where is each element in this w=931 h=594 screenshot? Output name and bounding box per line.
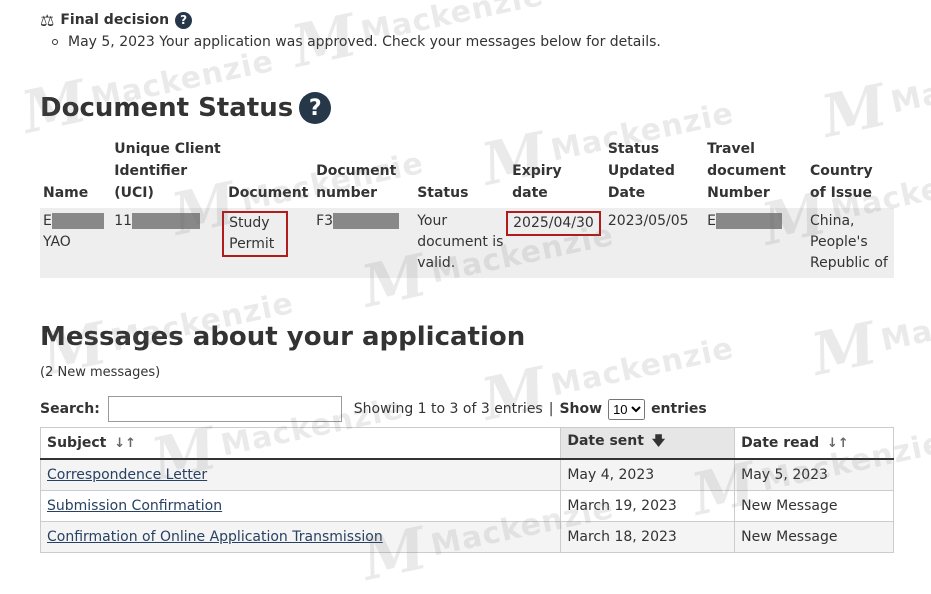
watermark-text: Mackenzie	[877, 285, 931, 359]
final-decision-section: ⚖ Final decision ? May 5, 2023 Your appl…	[40, 10, 661, 51]
message-link[interactable]: Submission Confirmation	[47, 498, 222, 514]
document-status-table: Name Unique Client Identifier (UCI) Docu…	[40, 136, 894, 278]
sort-icon: ↓↑	[827, 436, 849, 451]
uci-value: 11	[114, 213, 133, 229]
column-header: Name	[43, 185, 89, 201]
help-icon[interactable]: ?	[175, 11, 193, 29]
expiry-cell: 2025/04/30	[506, 208, 605, 278]
column-header: Document number	[316, 163, 397, 201]
column-header: Unique Client Identifier (UCI)	[114, 141, 221, 201]
date-read-cell: May 5, 2023	[734, 458, 894, 491]
document-number-cell: F3	[313, 208, 415, 278]
date-sent-cell: May 4, 2023	[560, 458, 736, 491]
subject-cell: Submission Confirmation	[39, 490, 562, 522]
final-decision-title: Final decision	[60, 12, 170, 28]
redaction	[333, 213, 400, 229]
entries-per-page-select[interactable]: 10	[608, 398, 646, 420]
separator: |	[548, 401, 554, 417]
column-header: Document	[228, 185, 309, 201]
column-header: Status Updated Date	[607, 141, 675, 201]
date-sent-cell: March 18, 2023	[560, 521, 736, 553]
date-read-cell: New Message	[734, 490, 894, 522]
name-cell: E YAO	[40, 208, 112, 278]
message-link[interactable]: Confirmation of Online Application Trans…	[47, 529, 383, 545]
column-header: Country of Issue	[810, 163, 873, 201]
sort-icon: ↓↑	[114, 436, 137, 451]
redaction	[132, 213, 201, 229]
table-row: Correspondence Letter May 4, 2023 May 5,…	[39, 458, 894, 491]
date-sent-column-header[interactable]: Date sent 🡇	[560, 427, 736, 460]
subject-cell: Confirmation of Online Application Trans…	[39, 521, 562, 553]
final-decision-heading: ⚖ Final decision ?	[40, 10, 661, 30]
table-header-row: Subject ↓↑ Date sent 🡇 Date read ↓↑	[39, 427, 894, 460]
table-header-row: Name Unique Client Identifier (UCI) Docu…	[40, 136, 894, 208]
date-read-cell: New Message	[734, 521, 894, 553]
redaction	[51, 213, 104, 229]
document-number-value: F3	[316, 213, 334, 229]
redaction	[715, 213, 782, 229]
table-row: Submission Confirmation March 19, 2023 N…	[39, 490, 894, 522]
table-row: Confirmation of Online Application Trans…	[39, 521, 894, 553]
expiry-date: 2025/04/30	[506, 211, 601, 236]
scale-icon: ⚖	[40, 10, 55, 30]
show-label: Show	[559, 401, 603, 417]
date-read-column-header[interactable]: Date read ↓↑	[734, 427, 894, 460]
subject-header-label: Subject	[47, 435, 107, 451]
watermark-monogram: M	[805, 309, 883, 389]
message-link[interactable]: Correspondence Letter	[47, 467, 207, 483]
column-header: Expiry date	[512, 163, 562, 201]
document-type: Study Permit	[222, 211, 289, 257]
name-line2: YAO	[43, 234, 71, 250]
status-cell: Your document is valid.	[414, 208, 510, 278]
messages-title: Messages about your application	[40, 322, 526, 352]
watermark: M Mackenzie	[816, 36, 931, 151]
document-cell: Study Permit	[222, 208, 314, 278]
watermark-text: Mackenzie	[547, 330, 737, 404]
final-decision-item: May 5, 2023 Your application was approve…	[40, 34, 661, 50]
travel-doc-value: E	[707, 213, 716, 229]
watermark-text: Mackenzie	[887, 47, 931, 121]
table-controls: Search: Showing 1 to 3 of 3 entries | Sh…	[40, 396, 707, 422]
uci-cell: 11	[111, 208, 226, 278]
entries-label: entries	[651, 401, 707, 417]
table-row: E YAO 11 Study Permit F3 Your document i…	[40, 208, 894, 278]
bullet-icon	[52, 39, 58, 45]
date-sent-header-label: Date sent	[567, 433, 644, 449]
status-updated-cell: 2023/05/05	[604, 208, 705, 278]
search-input[interactable]	[107, 396, 342, 422]
subject-cell: Correspondence Letter	[39, 458, 562, 491]
new-messages-count: (2 New messages)	[40, 365, 161, 380]
date-read-header-label: Date read	[741, 435, 820, 451]
column-header: Status	[417, 185, 469, 201]
name-line1: E	[43, 213, 52, 229]
subject-column-header[interactable]: Subject ↓↑	[39, 427, 562, 460]
sort-descending-icon: 🡇	[651, 434, 666, 449]
messages-table: Subject ↓↑ Date sent 🡇 Date read ↓↑ Corr…	[39, 427, 894, 553]
travel-doc-cell: E	[704, 208, 808, 278]
document-status-heading: Document Status	[40, 93, 294, 123]
final-decision-text: May 5, 2023 Your application was approve…	[68, 34, 661, 50]
column-header: Travel document Number	[707, 141, 786, 201]
country-cell: China, People's Republic of	[807, 208, 894, 278]
document-status-title: Document Status ?	[40, 92, 332, 124]
showing-entries-text: Showing 1 to 3 of 3 entries	[353, 401, 543, 417]
watermark: M Mackenzie	[805, 274, 931, 389]
search-label: Search:	[40, 401, 100, 417]
help-icon[interactable]: ?	[299, 92, 332, 124]
date-sent-cell: March 19, 2023	[560, 490, 736, 522]
